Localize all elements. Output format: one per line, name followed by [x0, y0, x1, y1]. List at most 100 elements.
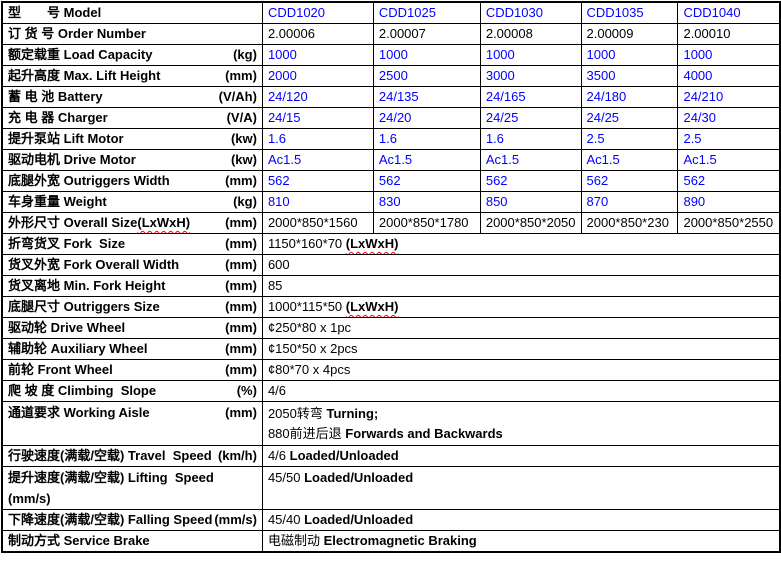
row-label-cn: 底腿外宽	[8, 173, 60, 188]
unit-label: (V/Ah)	[219, 88, 257, 106]
row-label: (V/A)充 电 器 Charger	[2, 108, 262, 129]
spec-value: 562	[262, 171, 373, 192]
spec-value: Ac1.5	[678, 150, 780, 171]
merged-value: 1000*115*50 (LxWxH)	[262, 297, 780, 318]
spec-row-climbing-slope: (%)爬 坡 度 Climbing Slope 4/6	[2, 381, 780, 402]
row-label: (kw)驱动电机 Drive Motor	[2, 150, 262, 171]
spec-value: 2.5	[678, 129, 780, 150]
row-label: 提升速度(满载/空载) Lifting Speed (mm/s)	[2, 467, 262, 510]
spec-value: 890	[678, 192, 780, 213]
row-label-cn: 提升泵站	[8, 131, 60, 146]
page: { "colors": { "value_blue": "#0000ff", "…	[0, 1, 781, 562]
row-label: (mm) 货叉外宽 Fork Overall Width	[2, 255, 262, 276]
row-label: (kg)车身重量 Weight	[2, 192, 262, 213]
row-label-cn: 货叉离地	[8, 278, 60, 293]
unit-label: (mm)	[225, 214, 257, 232]
spec-value: 562	[480, 171, 581, 192]
value-text: 1000*115*50	[268, 299, 346, 314]
spec-value: Ac1.5	[581, 150, 678, 171]
spec-value: 1.6	[373, 129, 480, 150]
spec-value: 2.00008	[480, 24, 581, 45]
row-label-en: Model	[64, 5, 102, 20]
spec-row-working-aisle: (mm)通道要求 Working Aisle 2050转弯 Turning; 8…	[2, 402, 780, 446]
spec-value: Ac1.5	[480, 150, 581, 171]
spec-value: 562	[581, 171, 678, 192]
spec-value: 2000*850*1780	[373, 213, 480, 234]
spec-value: 24/25	[480, 108, 581, 129]
spec-row-fork-overall-width: (mm) 货叉外宽 Fork Overall Width 600	[2, 255, 780, 276]
spec-value: 562	[373, 171, 480, 192]
row-label-en: Auxiliary Wheel	[51, 341, 148, 356]
unit-label: (mm)	[225, 298, 257, 316]
spec-table: 型 号 Model CDD1020 CDD1025 CDD1030 CDD103…	[1, 1, 781, 553]
merged-value: ¢80*70 x 4pcs	[262, 360, 780, 381]
spec-value: 24/210	[678, 87, 780, 108]
spec-row-front-wheel: (mm)前轮 Front Wheel ¢80*70 x 4pcs	[2, 360, 780, 381]
row-label-en-squiggle: (LxWxH)	[137, 215, 190, 230]
row-label-en: Battery	[58, 89, 103, 104]
row-label-cn: 额定载重	[8, 47, 60, 62]
row-label-en: Climbing Slope	[58, 383, 156, 398]
unit-label: (mm)	[225, 235, 257, 253]
row-label-en: Charger	[58, 110, 108, 125]
spec-row-order-number: 订 货 号 Order Number 2.00006 2.00007 2.000…	[2, 24, 780, 45]
value-lxwxh: (LxWxH)	[346, 236, 399, 251]
row-label: (mm)前轮 Front Wheel	[2, 360, 262, 381]
spec-value: 1.6	[262, 129, 373, 150]
spec-row-lifting-speed: 提升速度(满载/空载) Lifting Speed (mm/s) 45/50 L…	[2, 467, 780, 510]
spec-row-drive-wheel: (mm)驱动轮 Drive Wheel ¢250*80 x 1pc	[2, 318, 780, 339]
spec-row-lift-motor: (kw)提升泵站 Lift Motor 1.6 1.6 1.6 2.5 2.5	[2, 129, 780, 150]
merged-value: ¢250*80 x 1pc	[262, 318, 780, 339]
spec-value: 830	[373, 192, 480, 213]
value-text: 85	[268, 278, 282, 293]
spec-row-model: 型 号 Model CDD1020 CDD1025 CDD1030 CDD103…	[2, 2, 780, 24]
spec-value: Ac1.5	[262, 150, 373, 171]
row-label: 型 号 Model	[2, 2, 262, 24]
row-label-en: Travel Speed	[128, 448, 212, 463]
row-label: 订 货 号 Order Number	[2, 24, 262, 45]
row-label: (mm)驱动轮 Drive Wheel	[2, 318, 262, 339]
unit-label: (km/h)	[218, 447, 257, 465]
spec-row-lift-height: (mm)起升高度 Max. Lift Height 2000 2500 3000…	[2, 66, 780, 87]
spec-value: 1000	[262, 45, 373, 66]
value-text: 600	[268, 257, 290, 272]
row-label-en: Fork Overall Width	[64, 257, 179, 272]
spec-value: CDD1035	[581, 2, 678, 24]
spec-value: 2.00007	[373, 24, 480, 45]
row-label-en: Lifting Speed	[128, 470, 214, 485]
spec-value: 24/120	[262, 87, 373, 108]
spec-value: 2.5	[581, 129, 678, 150]
spec-row-charger: (V/A)充 电 器 Charger 24/15 24/20 24/25 24/…	[2, 108, 780, 129]
row-label-cn: 提升速度(满载/空载)	[8, 470, 124, 485]
spec-value: 1000	[678, 45, 780, 66]
merged-value: 1150*160*70 (LxWxH)	[262, 234, 780, 255]
spec-value: 3500	[581, 66, 678, 87]
row-label-en: Outriggers Width	[64, 173, 170, 188]
spec-value: 2500	[373, 66, 480, 87]
spec-value: 2000*850*1560	[262, 213, 373, 234]
row-label: (mm)底腿外宽 Outriggers Width	[2, 171, 262, 192]
spec-row-drive-motor: (kw)驱动电机 Drive Motor Ac1.5 Ac1.5 Ac1.5 A…	[2, 150, 780, 171]
spec-value: 24/15	[262, 108, 373, 129]
spec-row-weight: (kg)车身重量 Weight 810 830 850 870 890	[2, 192, 780, 213]
row-label-cn: 行驶速度(满载/空载)	[8, 448, 124, 463]
row-label-en: Load Capacity	[64, 47, 153, 62]
row-label-cn: 型 号	[8, 5, 60, 20]
unit-label: (mm/s)	[8, 490, 257, 508]
row-label-cn: 货叉外宽	[8, 257, 60, 272]
row-label-en: Overall Size	[64, 215, 138, 230]
row-label: (%)爬 坡 度 Climbing Slope	[2, 381, 262, 402]
merged-value: ¢150*50 x 2pcs	[262, 339, 780, 360]
row-label: (mm)起升高度 Max. Lift Height	[2, 66, 262, 87]
row-label-cn: 前轮	[8, 362, 34, 377]
spec-row-travel-speed: (km/h)行驶速度(满载/空载) Travel Speed 4/6 Loade…	[2, 446, 780, 467]
spec-value: 850	[480, 192, 581, 213]
row-label-en: Drive Motor	[64, 152, 136, 167]
spec-row-outriggers-size: (mm)底腿尺寸 Outriggers Size 1000*115*50 (Lx…	[2, 297, 780, 318]
spec-value: CDD1025	[373, 2, 480, 24]
spec-value: 2000	[262, 66, 373, 87]
value-text: 4/6	[268, 448, 290, 463]
unit-label: (mm)	[225, 256, 257, 274]
unit-label: (V/A)	[227, 109, 257, 127]
value-bold: Electromagnetic Braking	[324, 533, 477, 548]
